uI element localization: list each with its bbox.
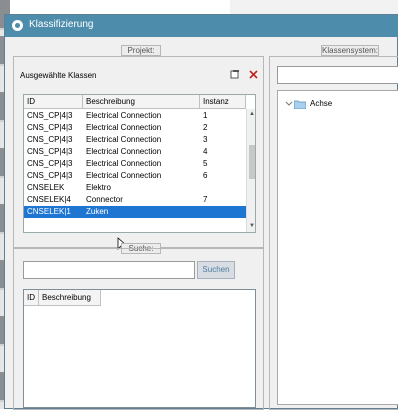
- table-row[interactable]: CNS_CP|4|3 Electrical Connection 2: [24, 122, 246, 134]
- window-title: Klassifizierung: [29, 19, 94, 30]
- scroll-up-icon[interactable]: ▲: [249, 111, 255, 117]
- cell-id: CNS_CP|4|3: [27, 135, 73, 144]
- search-group: Suchen ID Beschreibung: [13, 248, 264, 410]
- cell-id: CNSELEK|4: [27, 195, 71, 204]
- table-row[interactable]: CNS_CP|4|3 Electrical Connection 5: [24, 158, 246, 170]
- table-row[interactable]: CNS_CP|4|3 Electrical Connection 1: [24, 110, 246, 122]
- classification-window: Klassifizierung Projekt: Ausgewählte Kla…: [4, 14, 398, 410]
- table-row[interactable]: CNSELEK Elektro: [24, 182, 246, 194]
- cell-beschreibung: Zuken: [86, 207, 109, 216]
- cell-beschreibung: Electrical Connection: [86, 171, 162, 180]
- cell-id: CNS_CP|4|3: [27, 111, 73, 120]
- folder-icon: [293, 100, 307, 110]
- column-header-beschreibung[interactable]: Beschreibung: [39, 290, 101, 306]
- project-group: Ausgewählte Klassen ID Beschreibung Inst…: [13, 56, 264, 248]
- title-bar[interactable]: Klassifizierung: [5, 15, 398, 37]
- cell-id: CNSELEK|1: [27, 207, 71, 216]
- cell-beschreibung: Electrical Connection: [86, 123, 162, 132]
- tree-item-achse[interactable]: Achse: [310, 99, 332, 108]
- cell-id: CNS_CP|4|3: [27, 159, 73, 168]
- table-row[interactable]: CNS_CP|4|3 Electrical Connection 4: [24, 146, 246, 158]
- cell-id: CNSELEK: [27, 183, 65, 192]
- cell-beschreibung: Connector: [86, 195, 123, 204]
- cell-instanz: 2: [203, 123, 208, 132]
- cell-id: CNS_CP|4|3: [27, 147, 73, 156]
- table-row[interactable]: CNS_CP|4|3 Electrical Connection 3: [24, 134, 246, 146]
- selected-classes-title: Ausgewählte Klassen: [20, 71, 97, 80]
- search-results-table: ID Beschreibung: [23, 289, 256, 408]
- column-header-beschreibung[interactable]: Beschreibung: [83, 95, 200, 109]
- cell-instanz: 6: [203, 171, 208, 180]
- search-button[interactable]: Suchen: [197, 261, 235, 279]
- cell-instanz: 7: [203, 195, 208, 204]
- cell-instanz: 1: [203, 111, 208, 120]
- column-header-id[interactable]: ID: [24, 95, 83, 109]
- cell-instanz: 3: [203, 135, 208, 144]
- cell-id: CNS_CP|4|3: [27, 123, 73, 132]
- search-input[interactable]: [23, 261, 195, 279]
- tree-expander-icon[interactable]: [284, 99, 294, 109]
- app-icon: [12, 20, 23, 31]
- table-row[interactable]: CNSELEK|1 Zuken: [24, 206, 246, 218]
- cell-id: CNS_CP|4|3: [27, 171, 73, 180]
- scroll-down-icon[interactable]: ▼: [249, 223, 255, 229]
- copy-icon[interactable]: [230, 70, 240, 79]
- scrollbar-thumb[interactable]: [249, 145, 255, 179]
- class-system-filter-field[interactable]: [277, 66, 398, 84]
- table-row[interactable]: CNSELEK|4 Connector 7: [24, 194, 246, 206]
- cell-beschreibung: Electrical Connection: [86, 147, 162, 156]
- vertical-scrollbar[interactable]: ▲ ▼: [246, 109, 255, 232]
- column-header-id[interactable]: ID: [24, 290, 39, 306]
- background-window-edge: [230, 0, 398, 14]
- table-row[interactable]: CNS_CP|4|3 Electrical Connection 6: [24, 170, 246, 182]
- selected-classes-table: ID Beschreibung Instanz CNS_CP|4|3 Electr…: [23, 94, 256, 233]
- cell-beschreibung: Electrical Connection: [86, 111, 162, 120]
- class-tree: Achse: [277, 90, 398, 405]
- cell-instanz: 4: [203, 147, 208, 156]
- cell-beschreibung: Electrical Connection: [86, 135, 162, 144]
- class-system-group: Achse: [269, 56, 398, 410]
- column-header-instanz[interactable]: Instanz: [200, 95, 246, 109]
- cell-beschreibung: Electrical Connection: [86, 159, 162, 168]
- cell-instanz: 5: [203, 159, 208, 168]
- cell-beschreibung: Elektro: [86, 183, 111, 192]
- class-system-legend: Klassensystem:: [321, 45, 379, 56]
- close-icon[interactable]: [249, 70, 258, 79]
- project-legend: Projekt:: [121, 45, 161, 56]
